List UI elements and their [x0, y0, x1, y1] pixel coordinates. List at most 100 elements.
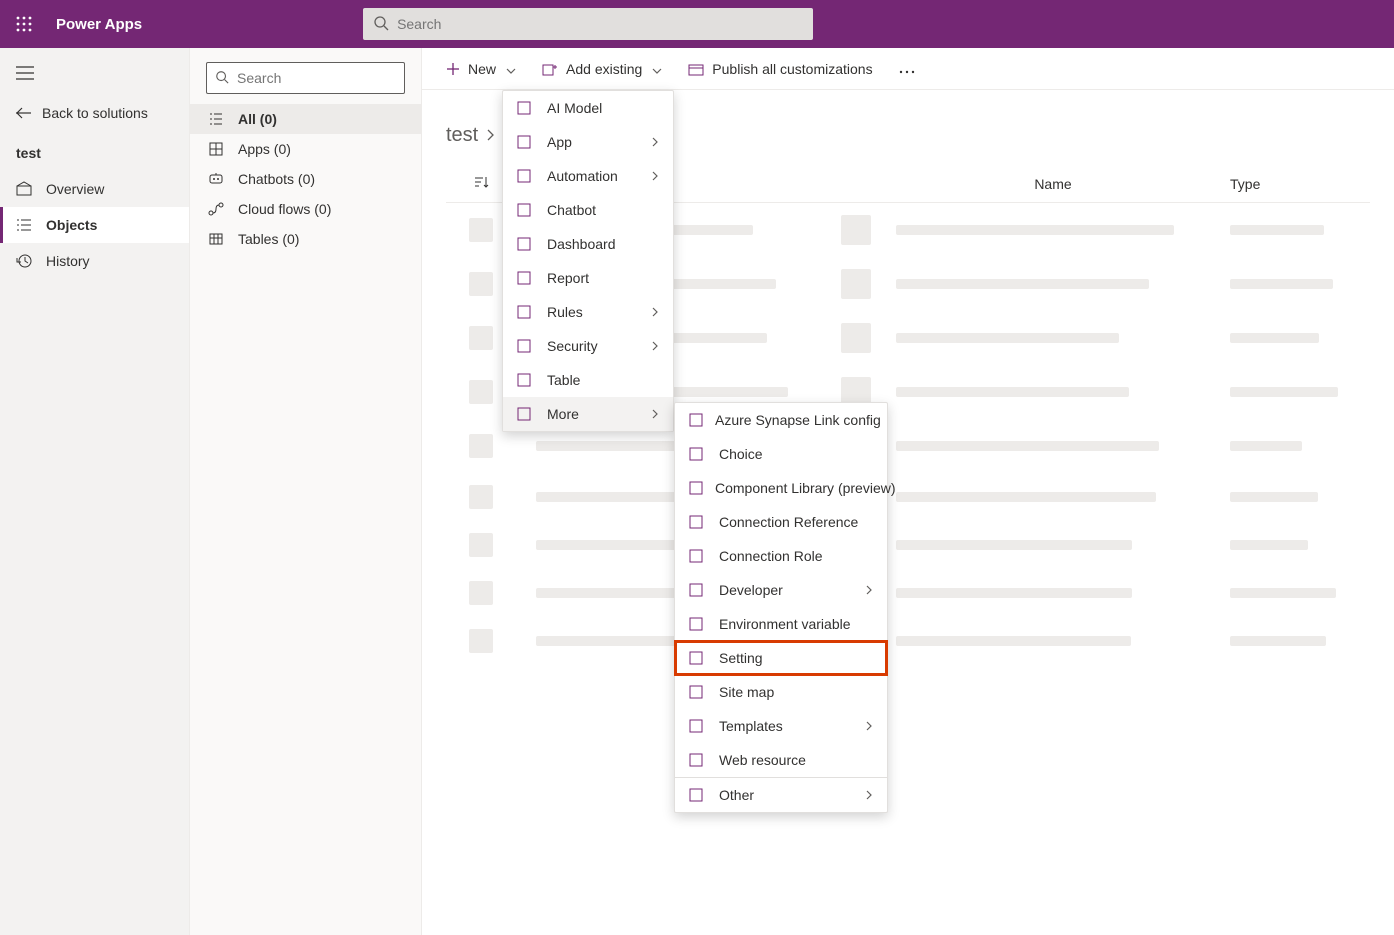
menu-icon	[517, 373, 535, 387]
tree-label: Tables (0)	[238, 231, 299, 247]
chevron-right-icon	[651, 406, 659, 422]
table-icon	[208, 231, 226, 247]
menu-label: Chatbot	[547, 202, 596, 218]
menu-icon	[517, 305, 535, 319]
col-name[interactable]: Name	[896, 176, 1210, 192]
back-to-solutions[interactable]: Back to solutions	[0, 95, 189, 131]
solution-name: test	[0, 131, 189, 171]
tree-item-tables[interactable]: Tables (0)	[190, 224, 421, 254]
app-name[interactable]: Power Apps	[56, 16, 142, 33]
menu-label: More	[547, 406, 579, 422]
new-button[interactable]: New	[436, 55, 526, 83]
publish-icon	[688, 62, 704, 76]
breadcrumb-root[interactable]: test	[446, 124, 478, 147]
chevron-down-icon	[506, 61, 516, 77]
submenu-item-setting[interactable]: Setting	[675, 641, 887, 675]
menu-item-ai-model[interactable]: AI Model	[503, 91, 673, 125]
col-type[interactable]: Type	[1230, 176, 1370, 192]
menu-icon	[517, 339, 535, 353]
tree-search-input[interactable]	[237, 70, 396, 86]
menu-icon	[689, 413, 703, 427]
chevron-right-icon	[651, 134, 659, 150]
menu-icon	[689, 583, 707, 597]
nav-item-history[interactable]: History	[0, 243, 189, 279]
chevron-right-icon	[865, 787, 873, 803]
chevron-right-icon	[865, 718, 873, 734]
menu-icon	[689, 549, 707, 563]
tree-label: Chatbots (0)	[238, 171, 315, 187]
submenu-item-other[interactable]: Other	[675, 777, 887, 812]
submenu-item-azure-synapse-link-config[interactable]: Azure Synapse Link config	[675, 403, 887, 437]
chevron-right-icon	[651, 168, 659, 184]
submenu-item-templates[interactable]: Templates	[675, 709, 887, 743]
menu-item-security[interactable]: Security	[503, 329, 673, 363]
submenu-item-connection-role[interactable]: Connection Role	[675, 539, 887, 573]
menu-icon	[689, 719, 707, 733]
ellipsis-icon	[899, 61, 915, 77]
table-row	[446, 569, 1370, 617]
table-row	[446, 617, 1370, 665]
menu-item-chatbot[interactable]: Chatbot	[503, 193, 673, 227]
submenu-item-choice[interactable]: Choice	[675, 437, 887, 471]
menu-icon	[517, 271, 535, 285]
arrow-left-icon	[16, 107, 32, 119]
tree-item-all[interactable]: All (0)	[190, 104, 421, 134]
global-search[interactable]	[363, 8, 813, 40]
chevron-down-icon	[652, 61, 662, 77]
add-existing-icon	[542, 62, 558, 76]
tree-item-apps[interactable]: Apps (0)	[190, 134, 421, 164]
menu-item-report[interactable]: Report	[503, 261, 673, 295]
publish-button[interactable]: Publish all customizations	[678, 55, 882, 83]
search-wrap	[142, 8, 1034, 40]
nav-label: Overview	[46, 181, 104, 197]
submenu-item-component-library-preview-[interactable]: Component Library (preview)	[675, 471, 887, 505]
menu-item-more[interactable]: More	[503, 397, 673, 431]
submenu-item-developer[interactable]: Developer	[675, 573, 887, 607]
nav-item-objects[interactable]: Objects	[0, 207, 189, 243]
publish-label: Publish all customizations	[712, 61, 872, 77]
back-label: Back to solutions	[42, 105, 148, 121]
menu-label: Web resource	[719, 752, 806, 768]
chevron-right-icon	[865, 582, 873, 598]
menu-item-rules[interactable]: Rules	[503, 295, 673, 329]
nav-label: Objects	[46, 217, 97, 233]
more-submenu: Azure Synapse Link config Choice Component…	[674, 402, 888, 813]
more-commands-button[interactable]	[889, 55, 925, 83]
main-area: New Add existing Publish all customizati…	[422, 48, 1394, 935]
submenu-item-connection-reference[interactable]: Connection Reference	[675, 505, 887, 539]
menu-item-app[interactable]: App	[503, 125, 673, 159]
submenu-item-environment-variable[interactable]: Environment variable	[675, 607, 887, 641]
tree-item-chatbots[interactable]: Chatbots (0)	[190, 164, 421, 194]
submenu-item-web-resource[interactable]: Web resource	[675, 743, 887, 777]
menu-label: Azure Synapse Link config	[715, 412, 881, 428]
menu-icon	[517, 407, 535, 421]
menu-item-automation[interactable]: Automation	[503, 159, 673, 193]
tree-item-cloudflows[interactable]: Cloud flows (0)	[190, 194, 421, 224]
menu-label: Setting	[719, 650, 763, 666]
chevron-right-icon	[486, 124, 494, 147]
object-tree: All (0) Apps (0) Chatbots (0) Cloud flow…	[190, 48, 422, 935]
table-row	[446, 521, 1370, 569]
menu-label: Connection Reference	[719, 514, 858, 530]
hamburger-icon[interactable]	[0, 60, 189, 95]
history-icon	[16, 253, 34, 269]
global-search-input[interactable]	[397, 16, 803, 32]
menu-item-table[interactable]: Table	[503, 363, 673, 397]
add-existing-button[interactable]: Add existing	[532, 55, 672, 83]
menu-label: AI Model	[547, 100, 602, 116]
table-row	[446, 473, 1370, 521]
menu-label: Dashboard	[547, 236, 616, 252]
add-existing-label: Add existing	[566, 61, 642, 77]
nav-item-overview[interactable]: Overview	[0, 171, 189, 207]
search-icon	[215, 70, 229, 87]
chevron-right-icon	[651, 304, 659, 320]
menu-label: Choice	[719, 446, 763, 462]
menu-label: Report	[547, 270, 589, 286]
menu-item-dashboard[interactable]: Dashboard	[503, 227, 673, 261]
tree-search[interactable]	[206, 62, 405, 94]
menu-icon	[517, 135, 535, 149]
menu-label: Rules	[547, 304, 583, 320]
new-menu: AI Model AppAutomation Chatbot Dashboard Rep…	[502, 90, 674, 432]
submenu-item-site-map[interactable]: Site map	[675, 675, 887, 709]
app-launcher-icon[interactable]	[0, 16, 48, 32]
